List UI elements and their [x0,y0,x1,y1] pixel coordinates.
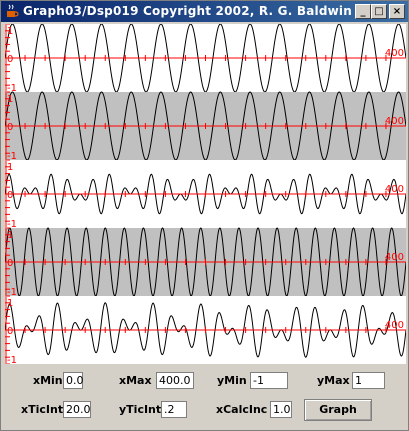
ymax-label: yMax [317,374,350,387]
java-cup-icon [7,4,19,17]
xmin-field[interactable]: 0.0 [63,372,84,389]
xmax-field[interactable]: 400.0 [156,372,194,389]
y-zero-label: 0 [7,54,13,65]
control-panel: xMin 0.0 xMax 400.0 yMin -1 yMax 1 xTicI… [5,367,406,427]
minimize-button[interactable]: _ [355,4,371,19]
y-max-label: 1 [7,230,13,241]
graph-button[interactable]: Graph [304,399,372,421]
x-max-label: 400 [385,116,404,127]
ymax-field[interactable]: 1 [352,372,385,389]
yticint-label: yTicInt [119,403,162,416]
y-zero-label: 0 [7,326,13,337]
xcalcinc-label: xCalcInc [216,403,268,416]
y-min-label: -1 [7,355,17,364]
y-max-label: 1 [7,26,13,37]
ymin-label: yMin [217,374,247,387]
plot-area: 1 0 -1 400 1 0 -1 400 1 0 -1 400 1 0 -1 400 1 0 -1 400 [5,24,406,364]
yticint-field[interactable]: .2 [161,401,187,418]
close-button[interactable]: × [389,4,405,19]
xcalcinc-field[interactable]: 1.0 [270,401,292,418]
y-max-label: 1 [7,162,13,173]
x-max-label: 400 [385,184,404,195]
xticint-label: xTicInt [21,403,64,416]
y-max-label: 1 [7,298,13,309]
y-max-label: 1 [7,94,13,105]
x-max-label: 400 [385,252,404,263]
x-max-label: 400 [385,48,404,59]
y-zero-label: 0 [7,122,13,133]
app-window: Graph03/Dsp019 Copyright 2002, R. G. Bal… [0,0,409,431]
x-max-label: 400 [385,320,404,331]
title-bar[interactable]: Graph03/Dsp019 Copyright 2002, R. G. Bal… [1,1,408,22]
y-zero-label: 0 [7,258,13,269]
y-zero-label: 0 [7,190,13,201]
xmin-label: xMin [33,374,63,387]
window-title: Graph03/Dsp019 Copyright 2002, R. G. Bal… [23,4,352,18]
xmax-label: xMax [119,374,152,387]
maximize-button[interactable]: □ [371,4,387,19]
plot-canvas: 10-140010-140010-140010-140010-1400 [5,24,406,364]
xticint-field[interactable]: 20.0 [63,401,91,418]
ymin-field[interactable]: -1 [250,372,288,389]
